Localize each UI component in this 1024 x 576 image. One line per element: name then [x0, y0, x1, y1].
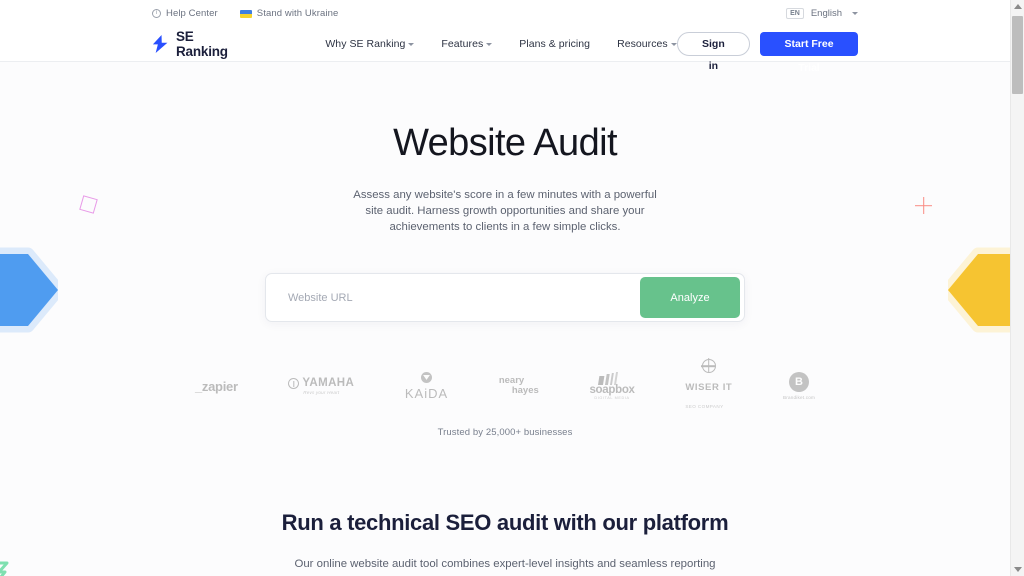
client-logo-soapbox: soapbox DIGITAL MEDIA [589, 372, 635, 401]
website-url-input[interactable] [270, 278, 640, 318]
browser-viewport: i Help Center Stand with Ukraine EN Engl… [0, 0, 1024, 576]
nav-label: Plans & pricing [519, 38, 591, 50]
client-logo-strip: _zapier YAMAHA Revs your Heart KAiDA nea… [195, 359, 815, 409]
wiser-it-wordmark: WISER IT [685, 382, 733, 394]
brandiket-mark-icon: B [789, 372, 809, 393]
chevron-down-icon [1013, 567, 1022, 572]
analyze-button[interactable]: Analyze [640, 277, 740, 319]
kaida-wordmark: KAiDA [404, 385, 449, 401]
nav-label: Why SE Ranking [325, 38, 406, 50]
help-center-link[interactable]: i Help Center [152, 8, 218, 19]
platform-section-title: Run a technical SEO audit with our platf… [281, 510, 729, 536]
nav-label: Features [441, 38, 484, 50]
vertical-scrollbar[interactable] [1010, 0, 1024, 576]
top-utility-bar: i Help Center Stand with Ukraine EN Engl… [0, 0, 1010, 27]
wiser-it-globe-icon [701, 359, 716, 374]
soapbox-tagline: DIGITAL MEDIA [594, 396, 630, 401]
nav-item-resources[interactable]: Resources [617, 38, 677, 50]
chevron-down-icon [852, 12, 858, 15]
top-utility-left: i Help Center Stand with Ukraine [152, 8, 338, 19]
ukraine-flag-icon [239, 9, 252, 18]
client-logo-wiser-it: WISER IT SEO COMPANY [685, 359, 732, 413]
help-center-label: Help Center [166, 8, 218, 19]
brandiket-wordmark: Brandiket.com [783, 395, 815, 401]
client-logo-kaida: KAiDA [404, 371, 449, 401]
stand-with-ukraine-label: Stand with Ukraine [256, 8, 339, 19]
hero-section: Website Audit Assess any website's score… [0, 61, 1010, 576]
chevron-down-icon [408, 42, 415, 46]
stand-with-ukraine-link[interactable]: Stand with Ukraine [239, 8, 339, 19]
scroll-down-arrow[interactable] [1011, 562, 1024, 576]
language-label: English [810, 8, 842, 19]
platform-section-subtitle: Our online website audit tool combines e… [294, 558, 716, 571]
header-actions: Sign in Start Free Trial [676, 32, 858, 74]
hero-content: Website Audit Assess any website's score… [0, 122, 1010, 570]
zapier-wordmark: _zapier [195, 378, 238, 394]
brand-name: SE Ranking [176, 29, 228, 59]
soapbox-megaphone-icon [598, 372, 627, 386]
info-circle-icon: i [152, 9, 161, 18]
header-divider [0, 61, 1010, 62]
nav-item-plans-pricing[interactable]: Plans & pricing [519, 38, 590, 50]
trusted-by-text: Trusted by 25,000+ businesses [437, 427, 573, 439]
scrollbar-thumb[interactable] [1012, 16, 1023, 94]
site-header: SE Ranking Why SE Ranking Features Plans… [0, 27, 1010, 74]
brand-logo-link[interactable]: SE Ranking [152, 29, 243, 59]
client-logo-neary-hayes: neary hayes [498, 374, 539, 397]
client-logo-yamaha: YAMAHA Revs your Heart [288, 377, 354, 395]
start-free-trial-button[interactable]: Start Free Trial [760, 32, 858, 74]
website-audit-form: Analyze [265, 273, 745, 323]
sign-in-button[interactable]: Sign in [676, 32, 751, 72]
platform-section: Run a technical SEO audit with our platf… [0, 510, 1010, 570]
client-logo-zapier: _zapier [195, 379, 238, 394]
nav-item-features[interactable]: Features [441, 38, 493, 50]
language-code-badge: EN [786, 8, 804, 19]
nav-item-why-se-ranking[interactable]: Why SE Ranking [325, 38, 415, 50]
chevron-up-icon [1013, 4, 1022, 9]
neary-hayes-line1: neary [498, 374, 525, 386]
neary-hayes-line2: hayes [511, 385, 539, 397]
lightning-bolt-icon [152, 35, 168, 53]
yamaha-tagline: Revs your Heart [303, 390, 340, 396]
scroll-up-arrow[interactable] [1011, 0, 1024, 14]
kaida-mark-icon [421, 371, 433, 383]
soapbox-wordmark: soapbox [589, 384, 635, 397]
language-switcher[interactable]: EN English [786, 8, 858, 19]
hero-subtitle: Assess any website's score in a few minu… [353, 188, 657, 234]
yamaha-wordmark: YAMAHA [302, 377, 355, 390]
nav-label: Resources [617, 38, 668, 50]
main-navigation: Why SE Ranking Features Plans & pricing … [325, 38, 677, 50]
yamaha-tuning-fork-icon [288, 377, 300, 389]
chevron-down-icon [486, 42, 493, 46]
client-logo-brandiket: B Brandiket.com [783, 372, 815, 400]
wiser-it-tagline: SEO COMPANY [685, 404, 724, 410]
page-content: i Help Center Stand with Ukraine EN Engl… [0, 0, 1010, 576]
page-title: Website Audit [393, 122, 617, 164]
